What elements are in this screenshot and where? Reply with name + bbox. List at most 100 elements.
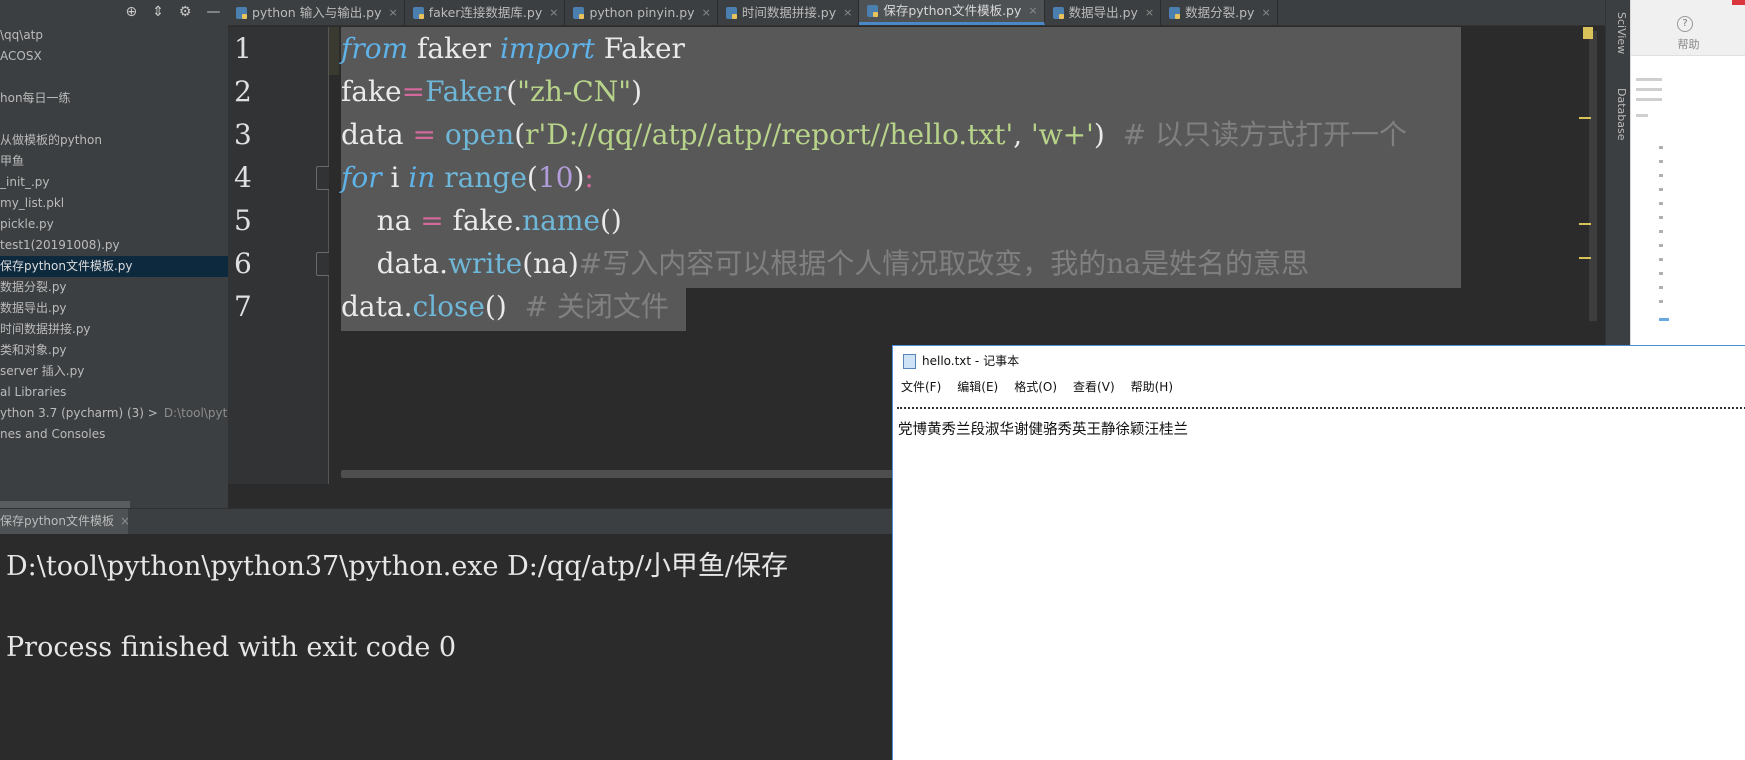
code-token: fake	[341, 75, 402, 108]
close-icon[interactable]: ×	[549, 0, 558, 25]
code-token: data.	[341, 247, 449, 280]
code-token: # 关闭文件	[524, 290, 669, 323]
bg-tick	[1659, 216, 1663, 219]
bg-tick	[1659, 188, 1663, 191]
notepad-menu-bar: 文件(F) 编辑(E) 格式(O) 查看(V) 帮助(H)	[893, 376, 1745, 398]
gear-icon[interactable]: ⚙	[179, 4, 192, 20]
tree-item[interactable]: 时间数据拼接.py	[0, 319, 228, 340]
bg-selected-tick	[1659, 318, 1669, 321]
editor-tab[interactable]: 数据分裂.py ×	[1161, 0, 1278, 25]
close-icon[interactable]: ×	[843, 0, 852, 25]
tree-item[interactable]: pickle.py	[0, 214, 228, 235]
editor-tab[interactable]: 时间数据拼接.py ×	[718, 0, 860, 25]
python-file-icon	[573, 6, 585, 19]
tab-label: faker连接数据库.py	[428, 5, 543, 20]
error-stripe-mark[interactable]	[1579, 223, 1591, 225]
background-app-window: ? 帮助	[1630, 0, 1745, 345]
python-file-icon	[867, 5, 879, 17]
close-icon[interactable]: ×	[1028, 0, 1037, 22]
tree-item[interactable]: test1(20191008).py	[0, 235, 228, 256]
tab-label: 时间数据拼接.py	[741, 5, 837, 20]
tree-item[interactable]: my_list.pkl	[0, 193, 228, 214]
tree-item[interactable]: \qq\atp	[0, 25, 228, 46]
bg-tick	[1659, 174, 1663, 177]
menu-format[interactable]: 格式(O)	[1006, 376, 1065, 398]
error-stripe-mark[interactable]	[1579, 117, 1591, 119]
tree-item[interactable]: 保存python文件模板.py	[0, 256, 228, 277]
tree-item[interactable]	[0, 109, 228, 130]
minimize-icon[interactable]: —	[206, 4, 220, 20]
code-line[interactable]: na = fake.name()	[341, 197, 622, 245]
close-icon[interactable]: ×	[120, 514, 128, 528]
editor-horizontal-scrollbar[interactable]	[341, 470, 901, 478]
code-token: 10	[537, 161, 574, 194]
code-line[interactable]: from faker import Faker	[341, 27, 685, 73]
tree-item[interactable]: ACOSX	[0, 46, 228, 67]
sidebar-scrollbar[interactable]	[0, 501, 130, 508]
tree-item[interactable]: server 插入.py	[0, 361, 228, 382]
tree-item[interactable]: 类和对象.py	[0, 340, 228, 361]
menu-file[interactable]: 文件(F)	[893, 376, 949, 398]
tree-item[interactable]	[0, 67, 228, 88]
editor-tab[interactable]: 保存python文件模板.py ×	[859, 0, 1045, 25]
tree-item[interactable]: hon每日一练	[0, 88, 228, 109]
close-icon[interactable]: ×	[1261, 0, 1270, 25]
target-icon[interactable]: ⊕	[125, 4, 137, 20]
code-token: )	[1093, 118, 1123, 151]
close-icon[interactable]: ×	[702, 0, 711, 25]
tree-item-label: 时间数据拼接.py	[0, 322, 91, 336]
close-icon[interactable]: ×	[1145, 0, 1154, 25]
tree-item-label: server 插入.py	[0, 364, 85, 378]
code-token: from	[341, 32, 409, 65]
code-line[interactable]: for i in range(10):	[341, 154, 594, 202]
bg-list-line	[1636, 78, 1662, 81]
console-line: Process finished with exit code 0	[6, 632, 457, 663]
tree-item[interactable]: 甲鱼	[0, 151, 228, 172]
run-tab[interactable]: 保存python文件模板 ×	[0, 509, 128, 534]
code-token: ()	[484, 290, 525, 323]
tree-item-label: ython 3.7 (pycharm) (3) >	[0, 406, 158, 420]
editor-tab[interactable]: python 输入与输出.py ×	[228, 0, 405, 25]
code-token: =	[420, 204, 444, 237]
notepad-text-area[interactable]: 党博黄秀兰段淑华谢健骆秀英王静徐颖汪桂兰	[898, 418, 1188, 439]
tree-item[interactable]: 数据导出.py	[0, 298, 228, 319]
sidebar-toolbar: ⊕ ⇕ ⚙ —	[118, 0, 228, 24]
help-icon[interactable]: ?	[1677, 16, 1693, 32]
help-label[interactable]: 帮助	[1631, 36, 1745, 52]
tree-item[interactable]: 从做模板的python	[0, 130, 228, 151]
tree-item-label: ACOSX	[0, 49, 42, 63]
notepad-title-bar[interactable]: hello.txt - 记事本	[893, 346, 1745, 376]
close-icon[interactable]: ×	[389, 0, 398, 25]
code-token: Faker	[594, 32, 685, 65]
code-line[interactable]: fake=Faker("zh-CN")	[341, 68, 642, 116]
code-token: name	[522, 204, 600, 237]
tree-item[interactable]: ython 3.7 (pycharm) (3) > D:\tool\pytho	[0, 403, 228, 424]
menu-edit[interactable]: 编辑(E)	[949, 376, 1006, 398]
tree-item[interactable]: al Libraries	[0, 382, 228, 403]
warning-marker-icon[interactable]	[1583, 27, 1593, 39]
tab-label: python 输入与输出.py	[252, 5, 382, 20]
code-line[interactable]: data.close() # 关闭文件	[341, 283, 669, 331]
bg-tick	[1659, 160, 1663, 163]
menu-view[interactable]: 查看(V)	[1065, 376, 1123, 398]
database-tab[interactable]: Database	[1610, 88, 1628, 141]
menu-help[interactable]: 帮助(H)	[1123, 376, 1181, 398]
code-token: (	[526, 161, 538, 194]
editor-tab[interactable]: 数据导出.py ×	[1045, 0, 1162, 25]
tree-item-label: test1(20191008).py	[0, 238, 120, 252]
bg-tick	[1659, 230, 1663, 233]
editor-vertical-scrollbar[interactable]	[1589, 31, 1597, 321]
editor-tab[interactable]: faker连接数据库.py ×	[405, 0, 566, 25]
code-line[interactable]: data.write(na)#写入内容可以根据个人情况取改变，我的na是姓名的意…	[341, 240, 1309, 288]
line-number: 7	[234, 290, 252, 323]
tree-item[interactable]: _init_.py	[0, 172, 228, 193]
sciview-tab[interactable]: SciView	[1610, 12, 1628, 54]
collapse-icon[interactable]: ⇕	[152, 4, 164, 20]
tree-item[interactable]: nes and Consoles	[0, 424, 228, 445]
editor-tab[interactable]: python pinyin.py ×	[565, 0, 718, 25]
tree-item[interactable]: 数据分裂.py	[0, 277, 228, 298]
tree-item-label: 数据分裂.py	[0, 280, 67, 294]
error-stripe-mark[interactable]	[1579, 257, 1591, 259]
code-line[interactable]: data = open(r'D://qq//atp//atp//report//…	[341, 111, 1407, 159]
